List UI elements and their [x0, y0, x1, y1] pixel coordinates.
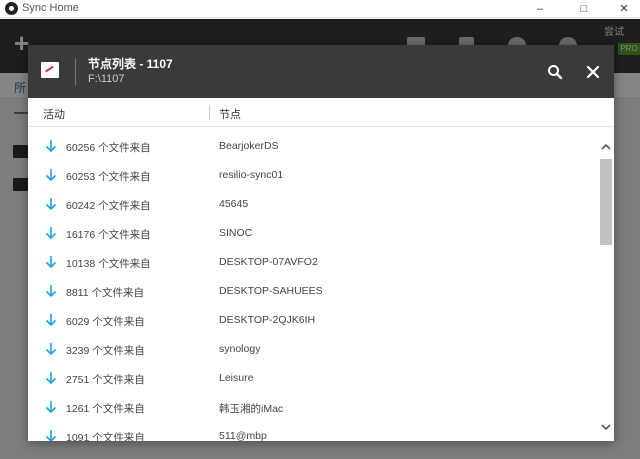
scroll-up-icon[interactable]: [600, 142, 612, 152]
table-row[interactable]: 2751 个文件来自 Leisure: [28, 364, 596, 393]
download-arrow-icon: [45, 372, 57, 385]
folder-share-icon: [41, 62, 59, 78]
peer-cell: Leisure: [219, 372, 254, 384]
table-row[interactable]: 6029 个文件来自 DESKTOP-2QJK6IH: [28, 306, 596, 335]
scroll-down-icon[interactable]: [600, 422, 612, 432]
table-row[interactable]: 60242 个文件来自 45645: [28, 190, 596, 219]
download-arrow-icon: [45, 401, 57, 414]
peer-cell: DESKTOP-SAHUEES: [219, 285, 323, 297]
dialog-path: F:\1107: [88, 73, 125, 85]
activity-cell: 60242 个文件来自: [66, 200, 151, 212]
table-row[interactable]: 10138 个文件来自 DESKTOP-07AVFO2: [28, 248, 596, 277]
close-button[interactable]: [584, 63, 602, 81]
app-window: Sync Home – □ ✕ + 尝试 PRO 所 节点列表 - 1107 F…: [0, 0, 640, 459]
table-row[interactable]: 3239 个文件来自 synology: [28, 335, 596, 364]
peer-cell: synology: [219, 343, 261, 355]
download-arrow-icon: [45, 285, 57, 298]
peer-cell: SINOC: [219, 227, 253, 239]
table-row[interactable]: 60256 个文件来自 BearjokerDS: [28, 132, 596, 161]
download-arrow-icon: [45, 198, 57, 211]
download-arrow-icon: [45, 256, 57, 269]
activity-cell: 1091 个文件来自: [66, 432, 145, 441]
activity-cell: 8811 个文件来自: [66, 287, 144, 299]
download-arrow-icon: [45, 314, 57, 327]
peer-cell: resilio-sync01: [219, 169, 284, 181]
header-divider: [75, 58, 76, 86]
table-row[interactable]: 8811 个文件来自 DESKTOP-SAHUEES: [28, 277, 596, 306]
peer-list[interactable]: 60256 个文件来自 BearjokerDS 60253 个文件来自 resi…: [28, 132, 596, 441]
peer-cell: 45645: [219, 198, 249, 210]
table-row[interactable]: 16176 个文件来自 SINOC: [28, 219, 596, 248]
activity-cell: 2751 个文件来自: [66, 374, 145, 386]
minimize-button[interactable]: –: [520, 0, 560, 18]
peer-list-dialog: 节点列表 - 1107 F:\1107 活动 节点 60256 个文件来自 Be…: [28, 45, 614, 441]
table-row[interactable]: 1261 个文件来自 韩玉湘的iMac: [28, 393, 596, 422]
close-icon: [586, 65, 600, 79]
maximize-button[interactable]: □: [564, 0, 604, 18]
column-peer[interactable]: 节点: [219, 106, 241, 122]
table-row[interactable]: 60253 个文件来自 resilio-sync01: [28, 161, 596, 190]
activity-cell: 10138 个文件来自: [66, 258, 151, 270]
download-arrow-icon: [45, 227, 57, 240]
column-divider[interactable]: [209, 105, 210, 120]
app-logo-icon: [5, 2, 18, 15]
title-bar: Sync Home – □ ✕: [0, 0, 640, 18]
column-header: 活动 节点: [28, 98, 614, 127]
scrollbar-thumb[interactable]: [600, 159, 612, 245]
activity-cell: 60253 个文件来自: [66, 171, 151, 183]
column-activity[interactable]: 活动: [43, 106, 65, 122]
activity-cell: 16176 个文件来自: [66, 229, 151, 241]
peer-cell: DESKTOP-07AVFO2: [219, 256, 318, 268]
dialog-title: 节点列表 - 1107: [88, 57, 173, 71]
download-arrow-icon: [45, 343, 57, 356]
download-arrow-icon: [45, 430, 57, 441]
search-icon: [548, 65, 563, 80]
download-arrow-icon: [45, 169, 57, 182]
peer-cell: 韩玉湘的iMac: [219, 403, 284, 415]
peer-cell: BearjokerDS: [219, 140, 279, 152]
peer-cell: DESKTOP-2QJK6IH: [219, 314, 316, 326]
dialog-header: 节点列表 - 1107 F:\1107: [28, 45, 614, 98]
activity-cell: 1261 个文件来自: [66, 403, 145, 415]
peer-cell: 511@mbp: [219, 430, 267, 441]
window-close-button[interactable]: ✕: [604, 0, 640, 18]
vertical-scrollbar[interactable]: [598, 132, 614, 441]
activity-cell: 6029 个文件来自: [66, 316, 145, 328]
window-title: Sync Home: [22, 2, 79, 14]
activity-cell: 3239 个文件来自: [66, 345, 145, 357]
activity-cell: 60256 个文件来自: [66, 142, 151, 154]
search-button[interactable]: [546, 63, 564, 81]
table-row[interactable]: 1091 个文件来自 511@mbp: [28, 422, 596, 441]
download-arrow-icon: [45, 140, 57, 153]
